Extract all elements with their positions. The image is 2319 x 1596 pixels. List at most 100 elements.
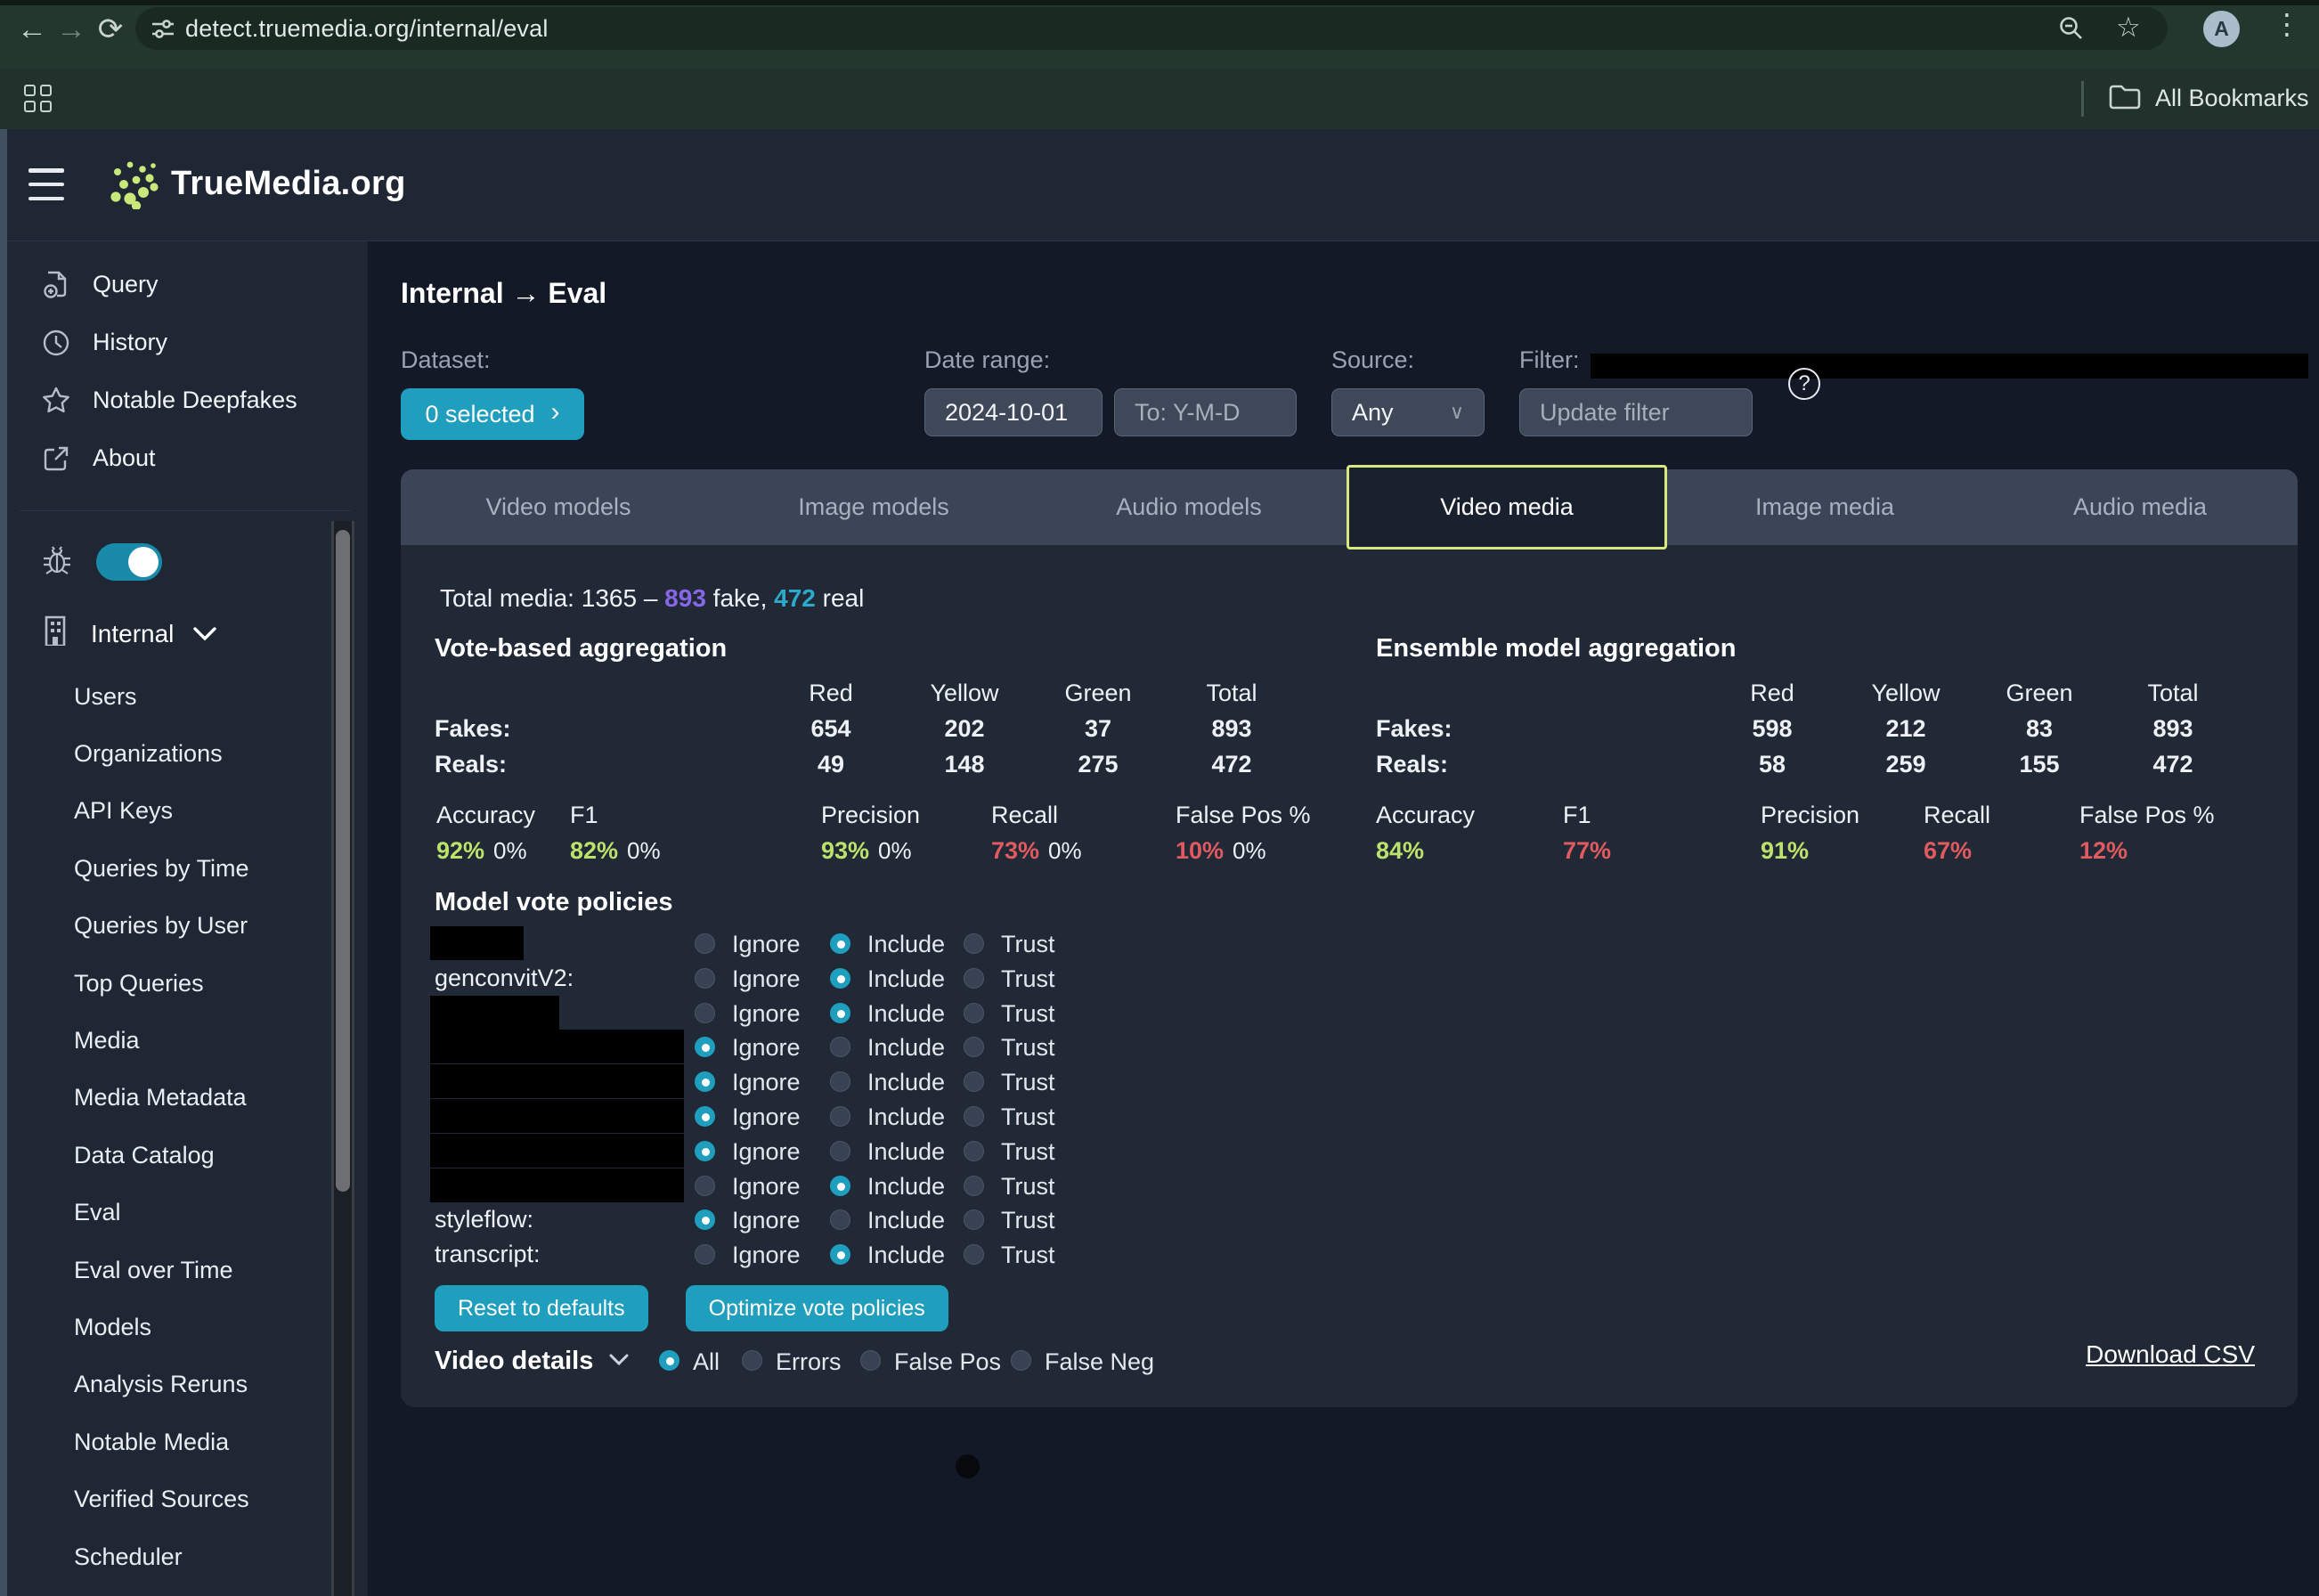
sidebar-item-notable-media[interactable]: Notable Media bbox=[74, 1413, 341, 1470]
value-cell: 598 bbox=[1705, 711, 1839, 746]
ignore-radio[interactable] bbox=[695, 1244, 715, 1265]
trust-radio-label: Trust bbox=[1001, 1103, 1055, 1131]
help-icon[interactable]: ? bbox=[1788, 368, 1820, 400]
ignore-radio[interactable] bbox=[695, 1003, 715, 1023]
include-radio[interactable] bbox=[830, 968, 850, 989]
trust-radio[interactable] bbox=[964, 1141, 984, 1161]
sidebar-item-models[interactable]: Models bbox=[74, 1299, 341, 1356]
sidebar-item-media-metadata[interactable]: Media Metadata bbox=[74, 1070, 341, 1127]
include-radio[interactable] bbox=[830, 1106, 850, 1127]
source-select[interactable]: Any ∨ bbox=[1331, 388, 1485, 436]
metric-false-pos-: False Pos %10%0% bbox=[1176, 802, 1311, 865]
sidebar-item-users[interactable]: Users bbox=[74, 668, 341, 725]
trust-radio[interactable] bbox=[964, 933, 984, 954]
include-radio[interactable] bbox=[830, 933, 850, 954]
trust-radio[interactable] bbox=[964, 968, 984, 989]
dataset-select-button[interactable]: 0 selected › bbox=[401, 388, 584, 440]
details-errors-radio[interactable] bbox=[742, 1350, 762, 1371]
redacted-model-name bbox=[430, 1099, 684, 1133]
reload-icon[interactable]: ⟳ bbox=[91, 10, 130, 49]
internal-section-toggle[interactable]: Internal bbox=[41, 615, 216, 652]
sidebar-scrollbar[interactable] bbox=[331, 521, 354, 1596]
trust-radio[interactable] bbox=[964, 1037, 984, 1057]
profile-avatar[interactable]: A bbox=[2203, 11, 2240, 47]
debug-toggle[interactable] bbox=[96, 543, 162, 581]
model-name: styleflow: bbox=[435, 1206, 533, 1234]
aggregation-table: RedYellowGreenTotalFakes:65420237893Real… bbox=[435, 675, 1325, 782]
details-false-pos-radio[interactable] bbox=[860, 1350, 881, 1371]
all-bookmarks-button[interactable]: All Bookmarks bbox=[2155, 85, 2309, 112]
sidebar-item-queries-by-time[interactable]: Queries by Time bbox=[74, 840, 341, 897]
tab-video-media[interactable]: Video media bbox=[1347, 465, 1667, 550]
apps-grid-icon[interactable] bbox=[24, 85, 52, 112]
tab-video-models[interactable]: Video models bbox=[401, 469, 716, 545]
include-radio[interactable] bbox=[830, 1037, 850, 1057]
address-bar[interactable]: detect.truemedia.org/internal/eval ☆ bbox=[135, 7, 2168, 50]
forward-icon[interactable]: → bbox=[52, 10, 91, 49]
trust-radio[interactable] bbox=[964, 1071, 984, 1092]
sidebar-item-media[interactable]: Media bbox=[74, 1012, 341, 1069]
sidebar-item-analysis-reruns[interactable]: Analysis Reruns bbox=[74, 1356, 341, 1413]
browser-menu-icon[interactable]: ⋮ bbox=[2273, 7, 2299, 41]
include-radio[interactable] bbox=[830, 1244, 850, 1265]
trust-radio[interactable] bbox=[964, 1176, 984, 1196]
include-radio[interactable] bbox=[830, 1176, 850, 1196]
download-csv-link[interactable]: Download CSV bbox=[2086, 1340, 2255, 1369]
sidebar-item-data-catalog[interactable]: Data Catalog bbox=[74, 1127, 341, 1184]
scrollbar-thumb[interactable] bbox=[336, 530, 350, 1192]
sidebar-item-about[interactable]: About bbox=[7, 429, 368, 487]
metric-value: 67% bbox=[1924, 837, 1990, 865]
date-to-input[interactable]: To: Y-M-D bbox=[1114, 388, 1297, 436]
brand-logo[interactable]: TrueMedia.org bbox=[109, 158, 406, 209]
ignore-radio[interactable] bbox=[695, 1106, 715, 1127]
include-radio[interactable] bbox=[830, 1071, 850, 1092]
zoom-out-icon[interactable] bbox=[2057, 14, 2086, 47]
tab-audio-models[interactable]: Audio models bbox=[1031, 469, 1347, 545]
details-all-radio[interactable] bbox=[659, 1350, 679, 1371]
details-false-neg-radio[interactable] bbox=[1011, 1350, 1031, 1371]
reset-defaults-button[interactable]: Reset to defaults bbox=[435, 1285, 648, 1331]
include-radio[interactable] bbox=[830, 1141, 850, 1161]
sidebar-item-verified-sources[interactable]: Verified Sources bbox=[74, 1470, 341, 1527]
sidebar-item-eval[interactable]: Eval bbox=[74, 1185, 341, 1242]
chevron-down-icon[interactable] bbox=[609, 1354, 629, 1366]
tab-image-models[interactable]: Image models bbox=[716, 469, 1031, 545]
tab-audio-media[interactable]: Audio media bbox=[1982, 469, 2298, 545]
sidebar-item-api-keys[interactable]: API Keys bbox=[74, 783, 341, 840]
ignore-radio[interactable] bbox=[695, 968, 715, 989]
date-from-input[interactable]: 2024-10-01 bbox=[924, 388, 1103, 436]
ignore-radio[interactable] bbox=[695, 1176, 715, 1196]
sidebar-item-queries-by-user[interactable]: Queries by User bbox=[74, 898, 341, 955]
sidebar-item-label: History bbox=[93, 329, 167, 356]
back-icon[interactable]: ← bbox=[12, 10, 52, 49]
sidebar-item-scheduler[interactable]: Scheduler bbox=[74, 1528, 341, 1585]
policy-row: IgnoreIncludeTrust bbox=[435, 1099, 1503, 1134]
update-filter-input[interactable]: Update filter bbox=[1519, 388, 1753, 436]
ignore-radio[interactable] bbox=[695, 1141, 715, 1161]
optimize-vote-policies-button[interactable]: Optimize vote policies bbox=[686, 1285, 948, 1331]
sidebar-item-organizations[interactable]: Organizations bbox=[74, 725, 341, 782]
ignore-radio[interactable] bbox=[695, 1071, 715, 1092]
tab-image-media[interactable]: Image media bbox=[1667, 469, 1982, 545]
sidebar-item-history[interactable]: History bbox=[7, 314, 368, 371]
hamburger-menu-icon[interactable] bbox=[28, 168, 64, 200]
sidebar-item-eval-over-time[interactable]: Eval over Time bbox=[74, 1242, 341, 1299]
include-radio[interactable] bbox=[830, 1209, 850, 1230]
real-count: 472 bbox=[774, 584, 816, 612]
trust-radio[interactable] bbox=[964, 1244, 984, 1265]
bookmark-star-icon[interactable]: ☆ bbox=[2116, 12, 2141, 44]
trust-radio[interactable] bbox=[964, 1003, 984, 1023]
sidebar-item-query[interactable]: Query bbox=[7, 256, 368, 314]
metric-label: F1 bbox=[570, 802, 661, 837]
ignore-radio[interactable] bbox=[695, 1209, 715, 1230]
site-settings-icon[interactable] bbox=[151, 18, 175, 45]
trust-radio[interactable] bbox=[964, 1209, 984, 1230]
sidebar-item-notable-deepfakes[interactable]: Notable Deepfakes bbox=[7, 371, 368, 429]
trust-radio[interactable] bbox=[964, 1106, 984, 1127]
url-text[interactable]: detect.truemedia.org/internal/eval bbox=[185, 15, 549, 43]
include-radio[interactable] bbox=[830, 1003, 850, 1023]
policy-row: genconvitV2:IgnoreIncludeTrust bbox=[435, 961, 1503, 996]
sidebar-item-top-queries[interactable]: Top Queries bbox=[74, 955, 341, 1012]
ignore-radio[interactable] bbox=[695, 933, 715, 954]
ignore-radio[interactable] bbox=[695, 1037, 715, 1057]
